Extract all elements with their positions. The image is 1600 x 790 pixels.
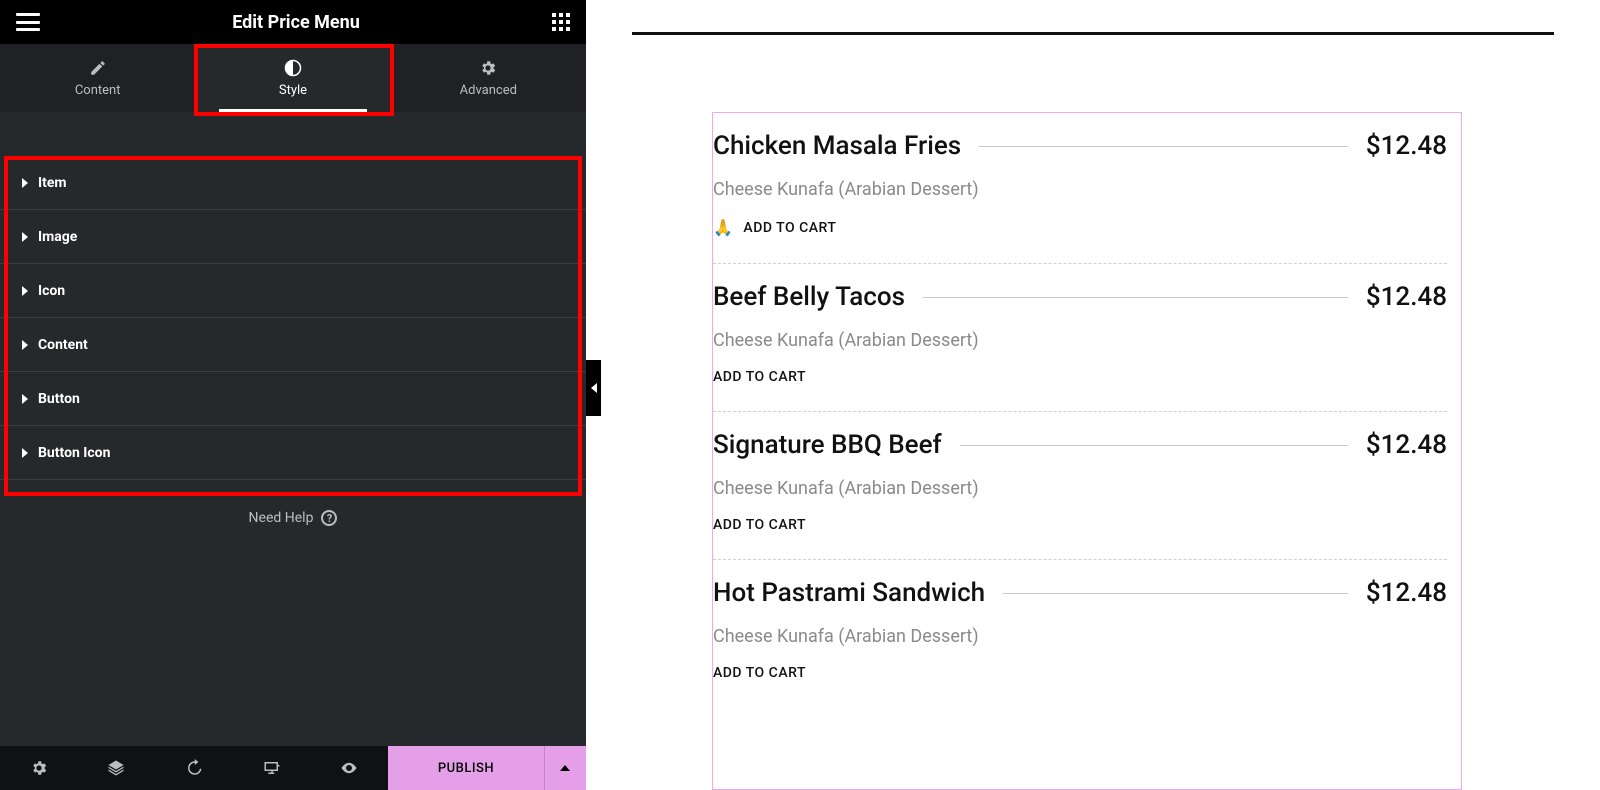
accordion-label: Button Icon bbox=[38, 445, 110, 461]
editor-panel: Edit Price Menu Content Style Advanced I… bbox=[0, 0, 586, 790]
tab-style[interactable]: Style bbox=[195, 44, 390, 112]
need-help-link[interactable]: Need Help ? bbox=[0, 480, 586, 526]
add-to-cart-label: ADD TO CART bbox=[743, 220, 836, 236]
menu-item-name: Hot Pastrami Sandwich bbox=[713, 578, 985, 608]
widgets-grid-icon[interactable] bbox=[552, 13, 570, 31]
add-to-cart-button[interactable]: 🙏 ADD TO CART bbox=[713, 218, 836, 237]
add-to-cart-label: ADD TO CART bbox=[713, 665, 806, 681]
footer-preview-button[interactable] bbox=[310, 746, 388, 790]
accordion-item[interactable]: Icon bbox=[0, 264, 586, 318]
devices-icon bbox=[263, 759, 281, 777]
chevron-left-icon bbox=[591, 383, 597, 393]
add-to-cart-label: ADD TO CART bbox=[713, 369, 806, 385]
gear-icon bbox=[30, 759, 48, 777]
accordion-item[interactable]: Content bbox=[0, 318, 586, 372]
add-to-cart-button[interactable]: ADD TO CART bbox=[713, 369, 806, 385]
menu-item: Hot Pastrami Sandwich $12.48 Cheese Kuna… bbox=[713, 560, 1447, 707]
tab-label: Content bbox=[75, 83, 121, 98]
footer-responsive-button[interactable] bbox=[233, 746, 311, 790]
caret-right-icon bbox=[22, 286, 28, 296]
menu-item-price: $12.48 bbox=[1366, 578, 1447, 608]
panel-header: Edit Price Menu bbox=[0, 0, 586, 44]
menu-item-price: $12.48 bbox=[1366, 131, 1447, 161]
publish-label: PUBLISH bbox=[438, 761, 494, 776]
caret-right-icon bbox=[22, 448, 28, 458]
footer-history-button[interactable] bbox=[155, 746, 233, 790]
menu-item-description: Cheese Kunafa (Arabian Dessert) bbox=[713, 478, 1447, 499]
preview-canvas: Chicken Masala Fries $12.48 Cheese Kunaf… bbox=[586, 0, 1600, 790]
caret-right-icon bbox=[22, 394, 28, 404]
menu-item: Signature BBQ Beef $12.48 Cheese Kunafa … bbox=[713, 412, 1447, 560]
menu-item-name: Chicken Masala Fries bbox=[713, 131, 961, 161]
half-circle-icon bbox=[284, 59, 302, 77]
prayer-icon: 🙏 bbox=[713, 218, 733, 237]
menu-item-price: $12.48 bbox=[1366, 282, 1447, 312]
accordion-item[interactable]: Button Icon bbox=[0, 426, 586, 480]
menu-item-separator bbox=[1003, 593, 1348, 594]
accordion-list: Item Image Icon Content Button Button Ic… bbox=[0, 112, 586, 746]
tab-label: Style bbox=[279, 83, 307, 98]
caret-right-icon bbox=[22, 178, 28, 188]
menu-item: Chicken Masala Fries $12.48 Cheese Kunaf… bbox=[713, 113, 1447, 264]
publish-group: PUBLISH bbox=[388, 746, 586, 790]
panel-title: Edit Price Menu bbox=[232, 12, 360, 33]
menu-item-name: Beef Belly Tacos bbox=[713, 282, 905, 312]
accordion-label: Item bbox=[38, 175, 67, 191]
menu-item: Beef Belly Tacos $12.48 Cheese Kunafa (A… bbox=[713, 264, 1447, 412]
accordion-label: Icon bbox=[38, 283, 65, 299]
preview-divider bbox=[632, 32, 1554, 35]
menu-item-description: Cheese Kunafa (Arabian Dessert) bbox=[713, 330, 1447, 351]
accordion-label: Button bbox=[38, 391, 80, 407]
help-icon: ? bbox=[321, 510, 337, 526]
publish-button[interactable]: PUBLISH bbox=[388, 746, 544, 790]
menu-item-description: Cheese Kunafa (Arabian Dessert) bbox=[713, 626, 1447, 647]
accordion-label: Content bbox=[38, 337, 88, 353]
add-to-cart-label: ADD TO CART bbox=[713, 517, 806, 533]
menu-item-separator bbox=[923, 297, 1348, 298]
footer-navigator-button[interactable] bbox=[78, 746, 156, 790]
accordion-item[interactable]: Button bbox=[0, 372, 586, 426]
panel-tabs: Content Style Advanced bbox=[0, 44, 586, 112]
tab-content[interactable]: Content bbox=[0, 44, 195, 112]
need-help-label: Need Help bbox=[249, 510, 314, 526]
panel-collapse-handle[interactable] bbox=[586, 360, 601, 416]
gear-icon bbox=[479, 59, 497, 77]
accordion-item[interactable]: Item bbox=[0, 156, 586, 210]
caret-right-icon bbox=[22, 232, 28, 242]
hamburger-menu-icon[interactable] bbox=[16, 13, 40, 31]
history-icon bbox=[185, 759, 203, 777]
footer-settings-button[interactable] bbox=[0, 746, 78, 790]
tab-label: Advanced bbox=[460, 83, 517, 98]
chevron-up-icon bbox=[560, 765, 570, 771]
panel-footer: PUBLISH bbox=[0, 746, 586, 790]
menu-item-separator bbox=[960, 445, 1348, 446]
menu-item-price: $12.48 bbox=[1366, 430, 1447, 460]
layers-icon bbox=[107, 759, 125, 777]
eye-icon bbox=[340, 759, 358, 777]
menu-item-description: Cheese Kunafa (Arabian Dessert) bbox=[713, 179, 1447, 200]
menu-item-separator bbox=[979, 146, 1348, 147]
accordion-label: Image bbox=[38, 229, 77, 245]
publish-options-button[interactable] bbox=[544, 746, 586, 790]
price-menu-widget[interactable]: Chicken Masala Fries $12.48 Cheese Kunaf… bbox=[712, 112, 1462, 790]
menu-item-name: Signature BBQ Beef bbox=[713, 430, 942, 460]
add-to-cart-button[interactable]: ADD TO CART bbox=[713, 665, 806, 681]
caret-right-icon bbox=[22, 340, 28, 350]
accordion-item[interactable]: Image bbox=[0, 210, 586, 264]
add-to-cart-button[interactable]: ADD TO CART bbox=[713, 517, 806, 533]
tab-advanced[interactable]: Advanced bbox=[391, 44, 586, 112]
pencil-icon bbox=[89, 59, 107, 77]
